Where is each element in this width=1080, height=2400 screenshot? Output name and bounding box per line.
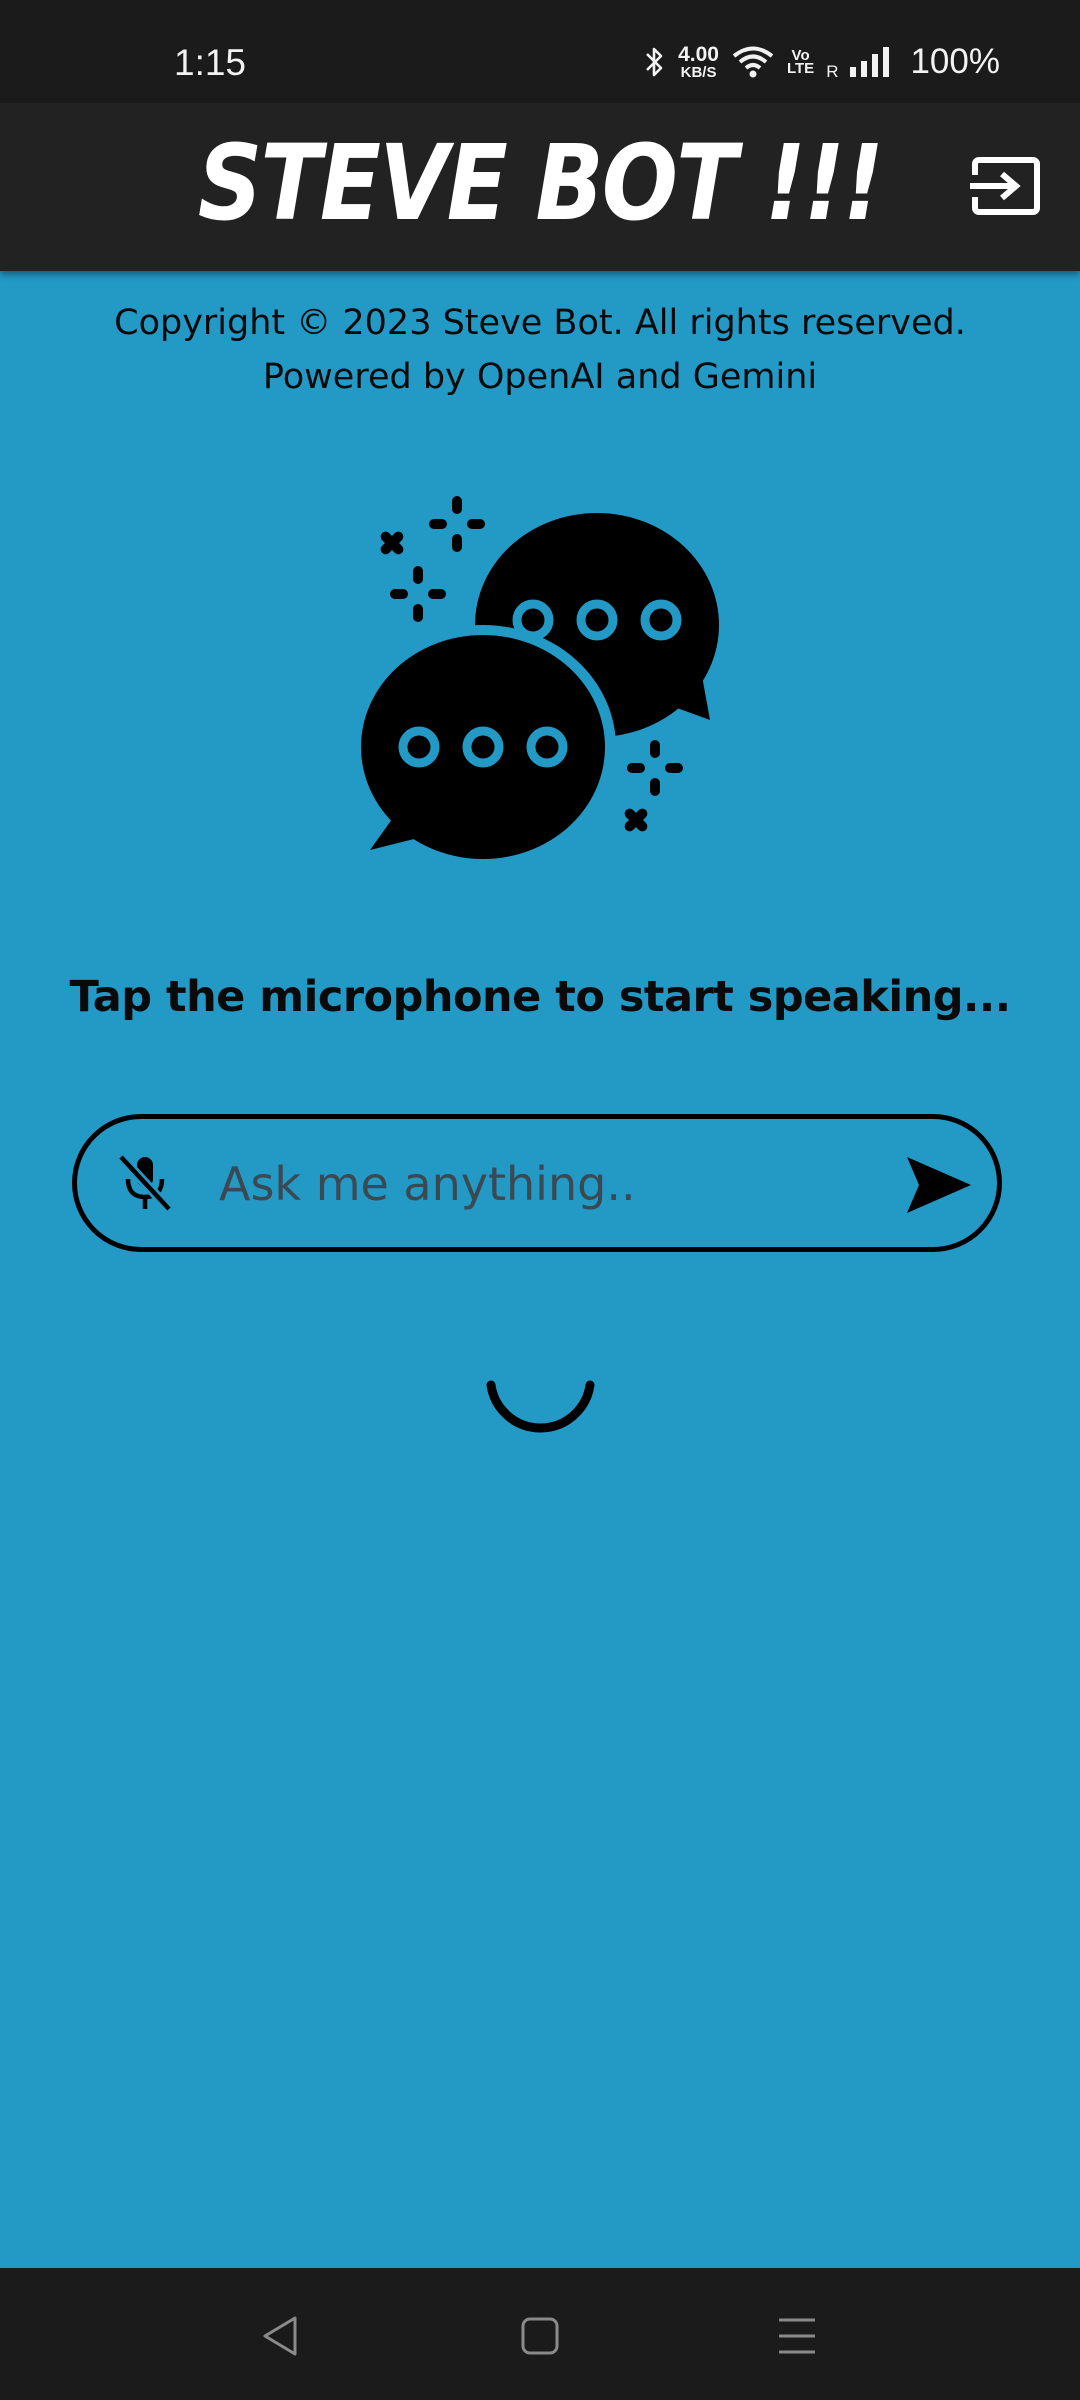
copyright-block: Copyright © 2023 Steve Bot. All rights r…: [0, 296, 1080, 404]
home-button[interactable]: [516, 2312, 564, 2360]
net-speed: 4.00 KB/S: [678, 44, 719, 80]
login-icon: [970, 157, 1040, 215]
query-bar: [72, 1114, 1002, 1252]
powered-by-text: Powered by OpenAI and Gemini: [262, 357, 818, 397]
login-button[interactable]: [970, 155, 1042, 217]
query-input[interactable]: [217, 1147, 921, 1221]
status-icons: 4.00 KB/S Vo LTE R 100%: [644, 40, 1000, 84]
wifi-icon: [731, 44, 775, 80]
send-icon: [907, 1157, 971, 1213]
roaming-indicator: R: [826, 62, 839, 81]
status-bar: 1:15 4.00 KB/S Vo LTE R 100%: [0, 0, 1080, 103]
status-time: 1:15: [174, 42, 247, 83]
battery-level: 100%: [910, 42, 1000, 81]
copyright-text: Copyright © 2023 Steve Bot. All rights r…: [114, 303, 966, 343]
bluetooth-icon: [644, 44, 666, 80]
menu-icon: [779, 2318, 815, 2354]
back-icon: [263, 2316, 297, 2356]
mic-off-icon: [117, 1153, 173, 1213]
chat-bubbles-icon: [350, 490, 735, 869]
speak-hint: Tap the microphone to start speaking...: [69, 972, 1011, 1022]
send-button[interactable]: [905, 1155, 973, 1215]
app-header: STEVE BOT !!!: [0, 103, 1080, 271]
net-speed-value: 4.00: [678, 43, 719, 66]
loading-spinner: [478, 1330, 603, 1455]
home-icon: [521, 2317, 559, 2355]
signal-icon: [850, 47, 894, 77]
system-nav-bar: [0, 2268, 1080, 2400]
back-button[interactable]: [257, 2312, 305, 2360]
mic-button[interactable]: [115, 1153, 175, 1213]
app-title: STEVE BOT !!!: [197, 122, 884, 244]
net-speed-unit: KB/S: [680, 64, 717, 81]
volte-indicator: Vo LTE: [786, 48, 815, 77]
recents-button[interactable]: [773, 2312, 821, 2360]
volte-bottom: LTE: [786, 60, 815, 77]
